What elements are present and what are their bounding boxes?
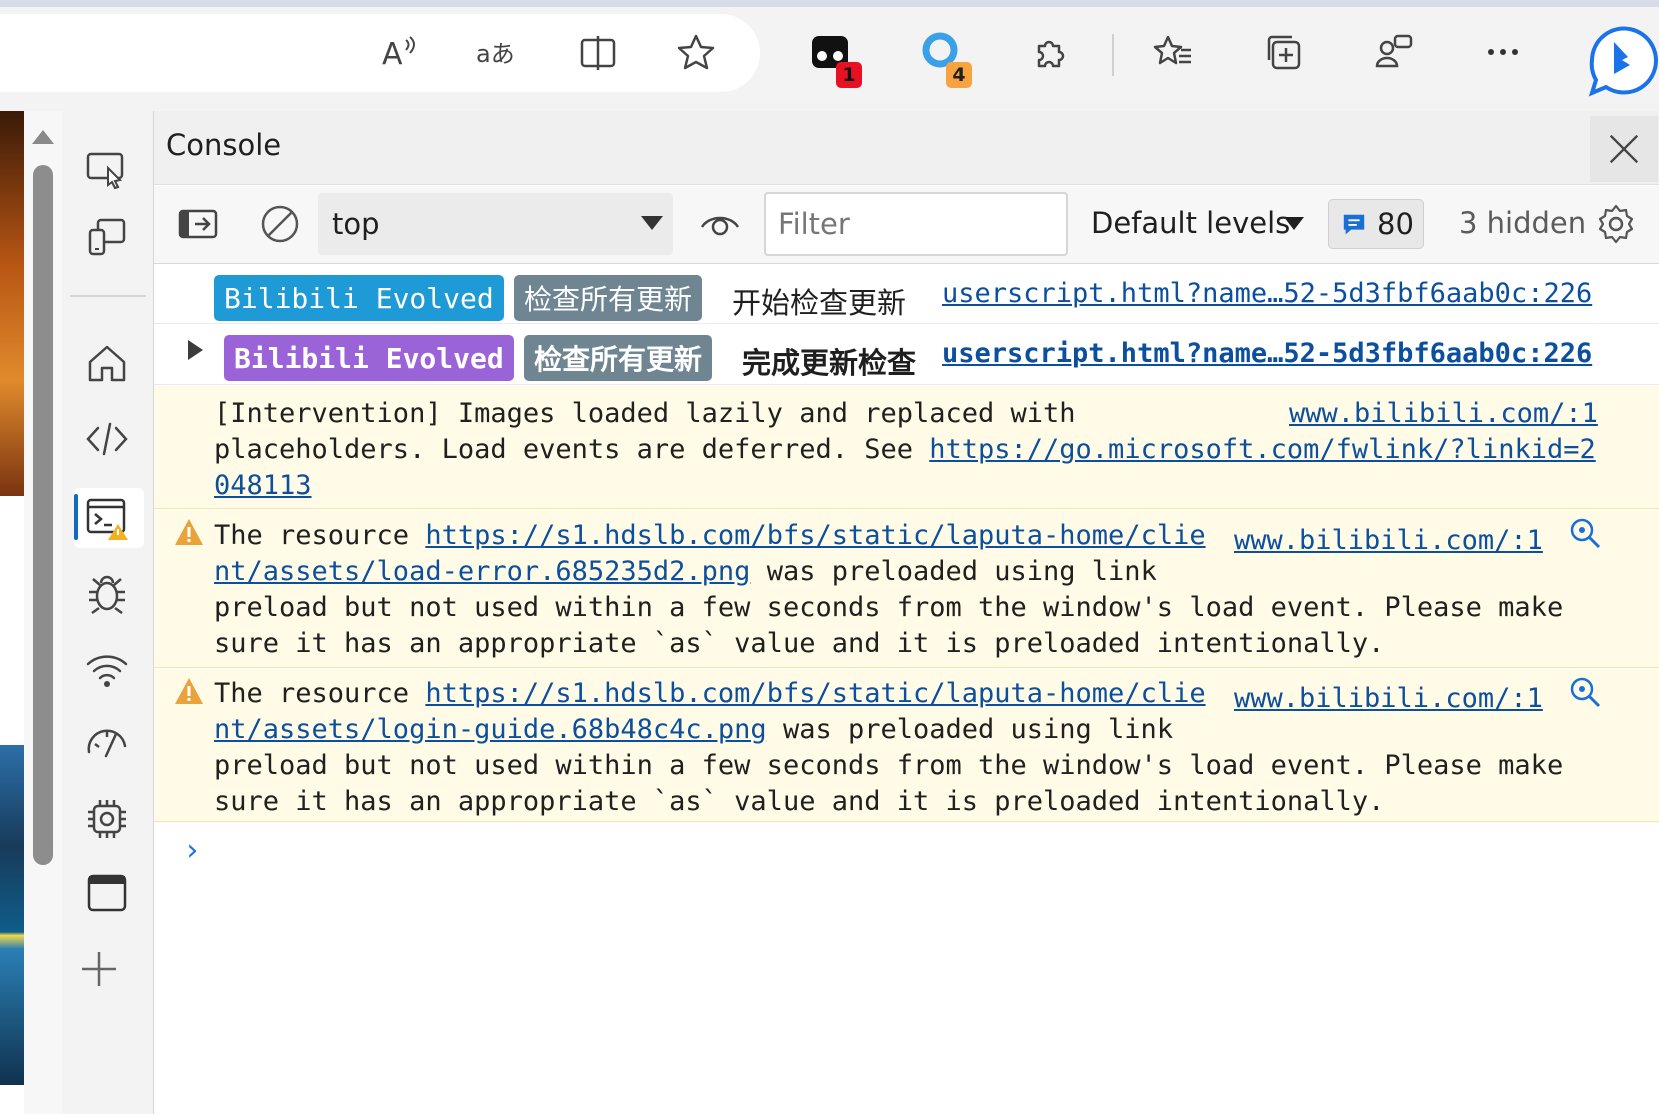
network-wifi-icon[interactable] (80, 642, 134, 696)
message-text-line: nt/assets/login-guide.68b48c4c.png was p… (214, 714, 1173, 745)
message-text: 完成更新检查 (742, 346, 917, 380)
message-icon (1343, 214, 1365, 235)
bing-copilot-icon[interactable] (1582, 20, 1659, 100)
message-text: The resource (214, 678, 426, 709)
message-text: 开始检查更新 (732, 286, 907, 320)
context-value: top (332, 207, 380, 241)
resource-link[interactable]: nt/assets/load-error.685235d2.png (214, 556, 750, 587)
svg-text:A: A (382, 37, 403, 72)
favorite-star-icon[interactable] (672, 28, 720, 76)
collections-icon[interactable] (1259, 28, 1307, 76)
message-text: placeholders. Load events are deferred. … (214, 434, 930, 465)
scroll-up-arrow-icon[interactable] (32, 130, 54, 144)
expand-triangle-icon[interactable] (188, 340, 203, 360)
message-text-line: The resource https://s1.hdslb.com/bfs/st… (214, 520, 1206, 551)
clear-console-icon[interactable] (256, 200, 304, 248)
message-text-line: placeholders. Load events are deferred. … (214, 434, 1596, 465)
extension-badge-count: 4 (946, 62, 972, 88)
performance-icon[interactable] (80, 716, 134, 770)
message-tag: 检查所有更新 (524, 335, 713, 381)
panel-title[interactable]: Console (166, 128, 281, 162)
toolbar-divider (1112, 34, 1114, 76)
filter-input[interactable] (764, 192, 1068, 256)
resource-link[interactable]: https://s1.hdslb.com/bfs/static/laputa-h… (425, 520, 1205, 551)
page-image-fragment (0, 745, 24, 1085)
warning-icon (175, 678, 203, 704)
message-text: sure it has an appropriate `as` value an… (214, 786, 1385, 817)
console-icon[interactable] (80, 490, 134, 544)
more-tools-plus-icon[interactable] (72, 942, 126, 996)
sources-bug-icon[interactable] (80, 566, 134, 620)
drawer-header (154, 111, 1659, 185)
hidden-count: 3 hidden (1459, 206, 1587, 240)
read-aloud-icon[interactable]: A (376, 28, 424, 76)
translate-icon[interactable]: aあ (472, 28, 520, 76)
scrollbar-thumb[interactable] (33, 165, 53, 865)
message-text: [Intervention] Images loaded lazily and … (214, 398, 1076, 429)
source-link[interactable]: userscript.html?name…52-5d3fbf6aab0c:226 (942, 338, 1592, 369)
source-link[interactable]: www.bilibili.com/:1 (1234, 683, 1543, 714)
elements-icon[interactable] (80, 412, 134, 466)
warning-icon (175, 519, 203, 545)
message-text: was preloaded using link (766, 714, 1174, 745)
message-text-line: 048113 (214, 470, 312, 501)
application-icon[interactable] (80, 866, 134, 920)
device-emulation-icon[interactable] (80, 210, 134, 264)
active-tool-indicator (74, 494, 78, 540)
live-expression-eye-icon[interactable] (696, 200, 744, 248)
message-text-line: The resource https://s1.hdslb.com/bfs/st… (214, 678, 1206, 709)
chevron-down-icon (641, 216, 663, 230)
inspect-icon[interactable] (80, 142, 134, 196)
message-tag: Bilibili Evolved (214, 275, 504, 321)
memory-chip-icon[interactable] (80, 792, 134, 846)
message-text: sure it has an appropriate `as` value an… (214, 628, 1385, 659)
search-issue-icon[interactable] (1568, 516, 1602, 550)
window-top-strip (0, 0, 1659, 7)
show-sidebar-icon[interactable] (174, 200, 222, 248)
extensions-puzzle-icon[interactable] (1027, 28, 1075, 76)
log-levels-dropdown[interactable]: Default levels (1091, 206, 1290, 240)
welcome-home-icon[interactable] (80, 336, 134, 390)
split-screen-icon[interactable] (574, 28, 622, 76)
resource-link[interactable]: nt/assets/login-guide.68b48c4c.png (214, 714, 767, 745)
chevron-down-icon (1284, 217, 1304, 230)
close-panel-button[interactable] (1590, 116, 1658, 182)
message-count-button[interactable]: 80 (1328, 199, 1424, 249)
message-count: 80 (1377, 207, 1414, 241)
message-text: was preloaded using link (750, 556, 1157, 587)
message-tag: 检查所有更新 (514, 275, 703, 321)
message-text: preload but not used within a few second… (214, 750, 1564, 781)
activity-separator (70, 295, 146, 297)
console-prompt[interactable]: › (183, 833, 201, 868)
favorites-list-icon[interactable] (1149, 28, 1197, 76)
resource-link[interactable]: https://s1.hdslb.com/bfs/static/laputa-h… (425, 678, 1205, 709)
svg-text:aあ: aあ (476, 40, 515, 68)
source-link[interactable]: www.bilibili.com/:1 (1234, 525, 1543, 556)
doc-link[interactable]: 048113 (214, 470, 312, 501)
more-icon[interactable] (1479, 28, 1527, 76)
message-text: The resource (214, 520, 426, 551)
extension-badge-count: 1 (836, 62, 862, 88)
source-link[interactable]: userscript.html?name…52-5d3fbf6aab0c:226 (942, 278, 1592, 309)
profile-feedback-icon[interactable] (1369, 28, 1417, 76)
message-text: preload but not used within a few second… (214, 592, 1564, 623)
message-text-line: nt/assets/load-error.685235d2.png was pr… (214, 556, 1157, 587)
message-tag: Bilibili Evolved (224, 335, 514, 381)
context-selector[interactable]: top (318, 193, 673, 255)
page-image-fragment (0, 111, 24, 496)
search-issue-icon[interactable] (1568, 675, 1602, 709)
close-icon (1609, 134, 1639, 164)
doc-link[interactable]: https://go.microsoft.com/fwlink/?linkid=… (929, 434, 1595, 465)
source-link[interactable]: www.bilibili.com/:1 (1289, 398, 1598, 429)
console-settings-gear-icon[interactable] (1592, 200, 1640, 248)
